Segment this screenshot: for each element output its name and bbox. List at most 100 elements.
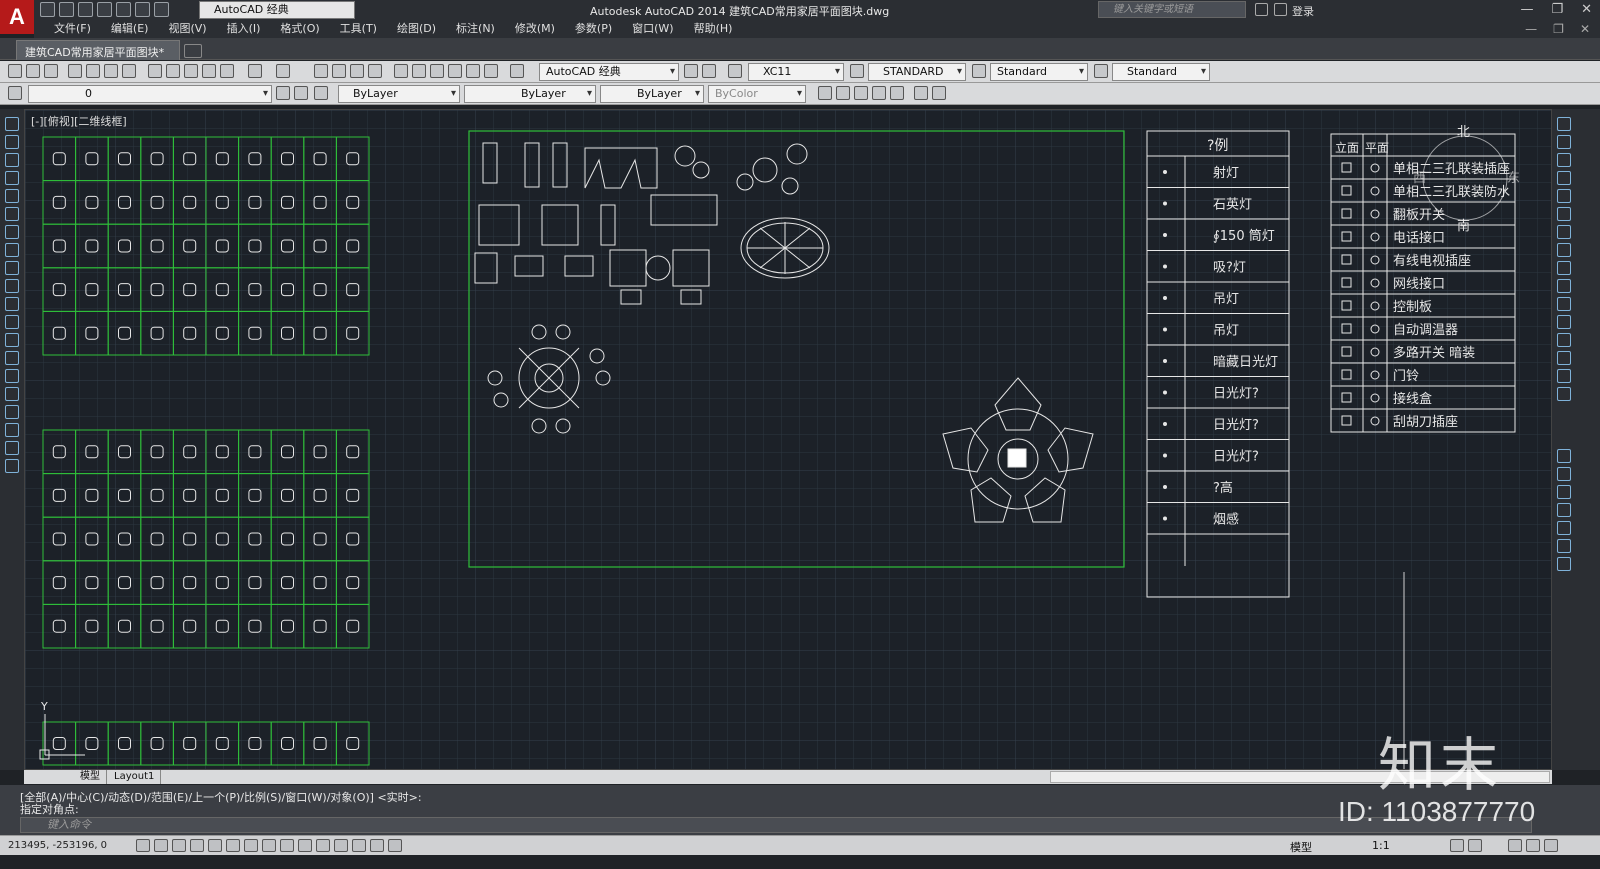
plot-icon[interactable] [116,2,131,17]
extend-icon[interactable] [1557,297,1571,311]
offset-icon[interactable] [1557,171,1571,185]
construction-line-icon[interactable] [5,135,19,149]
copy-icon[interactable] [166,64,180,78]
autocad-logo[interactable]: A [0,0,34,34]
plot-icon[interactable] [68,64,82,78]
sheet-set-icon[interactable] [448,64,462,78]
help-icon[interactable] [510,64,524,78]
workspace-settings-icon[interactable] [684,64,698,78]
hatch-icon[interactable] [5,369,19,383]
multileader-style-icon[interactable] [1094,64,1108,78]
polar-tracking-icon[interactable] [208,839,222,852]
object-snap-icon[interactable] [226,839,240,852]
3d-orbit-icon[interactable] [914,86,928,100]
gradient-icon[interactable] [5,387,19,401]
revcloud-icon[interactable] [5,243,19,257]
cut-icon[interactable] [148,64,162,78]
login-button[interactable]: 登录 [1292,3,1314,19]
lineweight-select[interactable]: ByLayer [600,85,704,103]
visual-style-hidden-icon[interactable] [854,86,868,100]
doc-minimize-icon[interactable]: — [1525,22,1537,36]
menu-file[interactable]: 文件(F) [44,20,101,38]
zoom-window-icon[interactable] [350,64,364,78]
pan-icon[interactable] [314,64,328,78]
infer-constraints-icon[interactable] [136,839,150,852]
redo-icon[interactable] [154,2,169,17]
lineweight-toggle-icon[interactable] [316,839,330,852]
maximize-icon[interactable]: ❐ [1551,2,1563,17]
move-icon[interactable] [1557,207,1571,221]
trim-icon[interactable] [1557,279,1571,293]
ellipse-icon[interactable] [5,279,19,293]
spline-icon[interactable] [5,261,19,275]
polyline-icon[interactable] [5,153,19,167]
3d-print-icon[interactable] [122,64,136,78]
menu-help[interactable]: 帮助(H) [684,20,743,38]
menu-insert[interactable]: 插入(I) [217,20,271,38]
hardware-acceleration-icon[interactable] [1526,839,1540,852]
endpoint-icon[interactable] [1557,485,1571,499]
color-select[interactable]: ByLayer [338,85,460,103]
text-style-icon[interactable] [728,64,742,78]
match-properties-icon[interactable] [202,64,216,78]
explode-icon[interactable] [1557,387,1571,401]
workspace-select[interactable]: AutoCAD 经典 [539,63,679,81]
make-current-icon[interactable] [276,86,290,100]
doc-restore-icon[interactable]: ❐ [1553,22,1564,36]
dim-style-select[interactable]: STANDARD [868,63,966,81]
menu-draw[interactable]: 绘图(D) [387,20,446,38]
line-icon[interactable] [5,117,19,131]
stretch-icon[interactable] [1557,261,1571,275]
layer-properties-icon[interactable] [8,86,22,100]
save-icon[interactable] [78,2,93,17]
zoom-previous-icon[interactable] [368,64,382,78]
quick-properties-icon[interactable] [352,839,366,852]
annotation-monitor-icon[interactable] [388,839,402,852]
lock-icon[interactable] [702,64,716,78]
circle-icon[interactable] [5,225,19,239]
mirror-icon[interactable] [1557,153,1571,167]
multiline-text-icon[interactable] [5,441,19,455]
redo-icon[interactable] [276,64,290,78]
rectangle-icon[interactable] [5,189,19,203]
menu-window[interactable]: 窗口(W) [622,20,683,38]
new-icon[interactable] [8,64,22,78]
workspace-dropdown[interactable]: AutoCAD 经典 [199,1,355,19]
layer-state-icon[interactable] [314,86,328,100]
isolate-objects-icon[interactable] [1508,839,1522,852]
dim-style-icon[interactable] [850,64,864,78]
ortho-mode-icon[interactable] [190,839,204,852]
tab-layout1[interactable]: Layout1 [108,770,162,784]
plot-preview-icon[interactable] [86,64,100,78]
minimize-icon[interactable]: — [1520,2,1533,17]
lock-ui-icon[interactable] [1468,839,1482,852]
osnap-icon[interactable] [1557,467,1571,481]
3d-osnap-icon[interactable] [244,839,258,852]
paste-icon[interactable] [184,64,198,78]
markup-icon[interactable] [466,64,480,78]
binoculars-icon[interactable] [1255,3,1268,16]
menu-parametric[interactable]: 参数(P) [565,20,622,38]
model-space-label[interactable]: 模型 [1290,839,1312,855]
rotate-icon[interactable] [1557,225,1571,239]
open-file-icon[interactable] [59,2,74,17]
arc-icon[interactable] [5,207,19,221]
tool-palettes-icon[interactable] [430,64,444,78]
erase-icon[interactable] [1557,117,1571,131]
visual-style-3d-icon[interactable] [836,86,850,100]
quadrant-icon[interactable] [1557,557,1571,571]
viewport-controls[interactable]: [-][俯视][二维线框] [31,113,127,129]
visual-style-conceptual-icon[interactable] [890,86,904,100]
close-icon[interactable]: ✕ [1581,2,1592,17]
save-as-icon[interactable] [97,2,112,17]
transparency-icon[interactable] [334,839,348,852]
save-icon[interactable] [44,64,58,78]
drawing-canvas[interactable]: [-][俯视][二维线框] 射灯 石英灯 ∮150 筒灯 吸?灯 吊灯 吊灯 暗… [24,109,1552,770]
scale-icon[interactable] [1557,243,1571,257]
block-editor-icon[interactable] [220,64,234,78]
plot-style-select[interactable]: ByColor [708,85,806,103]
grid-display-icon[interactable] [172,839,186,852]
add-selected-icon[interactable] [5,459,19,473]
ducs-icon[interactable] [280,839,294,852]
menu-tools[interactable]: 工具(T) [330,20,387,38]
